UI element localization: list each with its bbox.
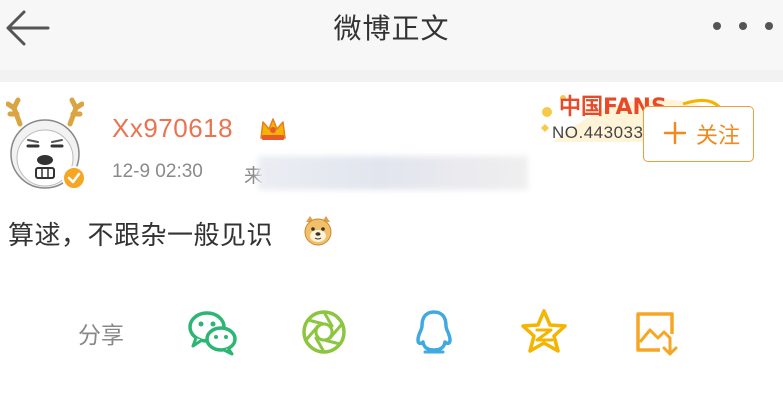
share-wechat-button[interactable]	[186, 308, 238, 356]
crown-icon[interactable]	[258, 116, 288, 142]
qzone-icon	[521, 309, 567, 353]
share-qq-button[interactable]	[408, 308, 460, 356]
follow-button[interactable]: 关注	[643, 106, 754, 162]
author-username[interactable]: Xx970618	[112, 113, 233, 144]
follow-button-label: 关注	[696, 124, 741, 149]
share-qzone-button[interactable]	[518, 308, 570, 356]
share-label: 分享	[78, 323, 124, 349]
post-timestamp: 12-9 02:30	[112, 161, 203, 182]
section-divider	[0, 70, 783, 82]
wechat-icon	[188, 311, 237, 356]
post-content-text: 算逑，不跟杂一般见识	[8, 221, 274, 251]
more-options-button[interactable]	[708, 16, 778, 36]
author-avatar[interactable]	[6, 96, 86, 192]
plus-icon	[664, 121, 686, 145]
share-moments-button[interactable]	[298, 308, 350, 356]
fans-number: NO.443033	[552, 123, 644, 142]
obscured-source-text	[258, 156, 528, 190]
save-image-button[interactable]	[630, 308, 682, 356]
page-title: 微博正文	[333, 12, 450, 45]
moments-icon	[302, 310, 346, 354]
doge-emoji-icon	[304, 216, 332, 246]
save-image-icon	[636, 312, 678, 356]
more-dots-icon	[713, 22, 773, 30]
top-navigation-bar: 微博正文	[0, 0, 783, 71]
qq-icon	[416, 310, 452, 354]
check-icon	[67, 172, 81, 184]
verified-badge-icon	[62, 166, 86, 190]
